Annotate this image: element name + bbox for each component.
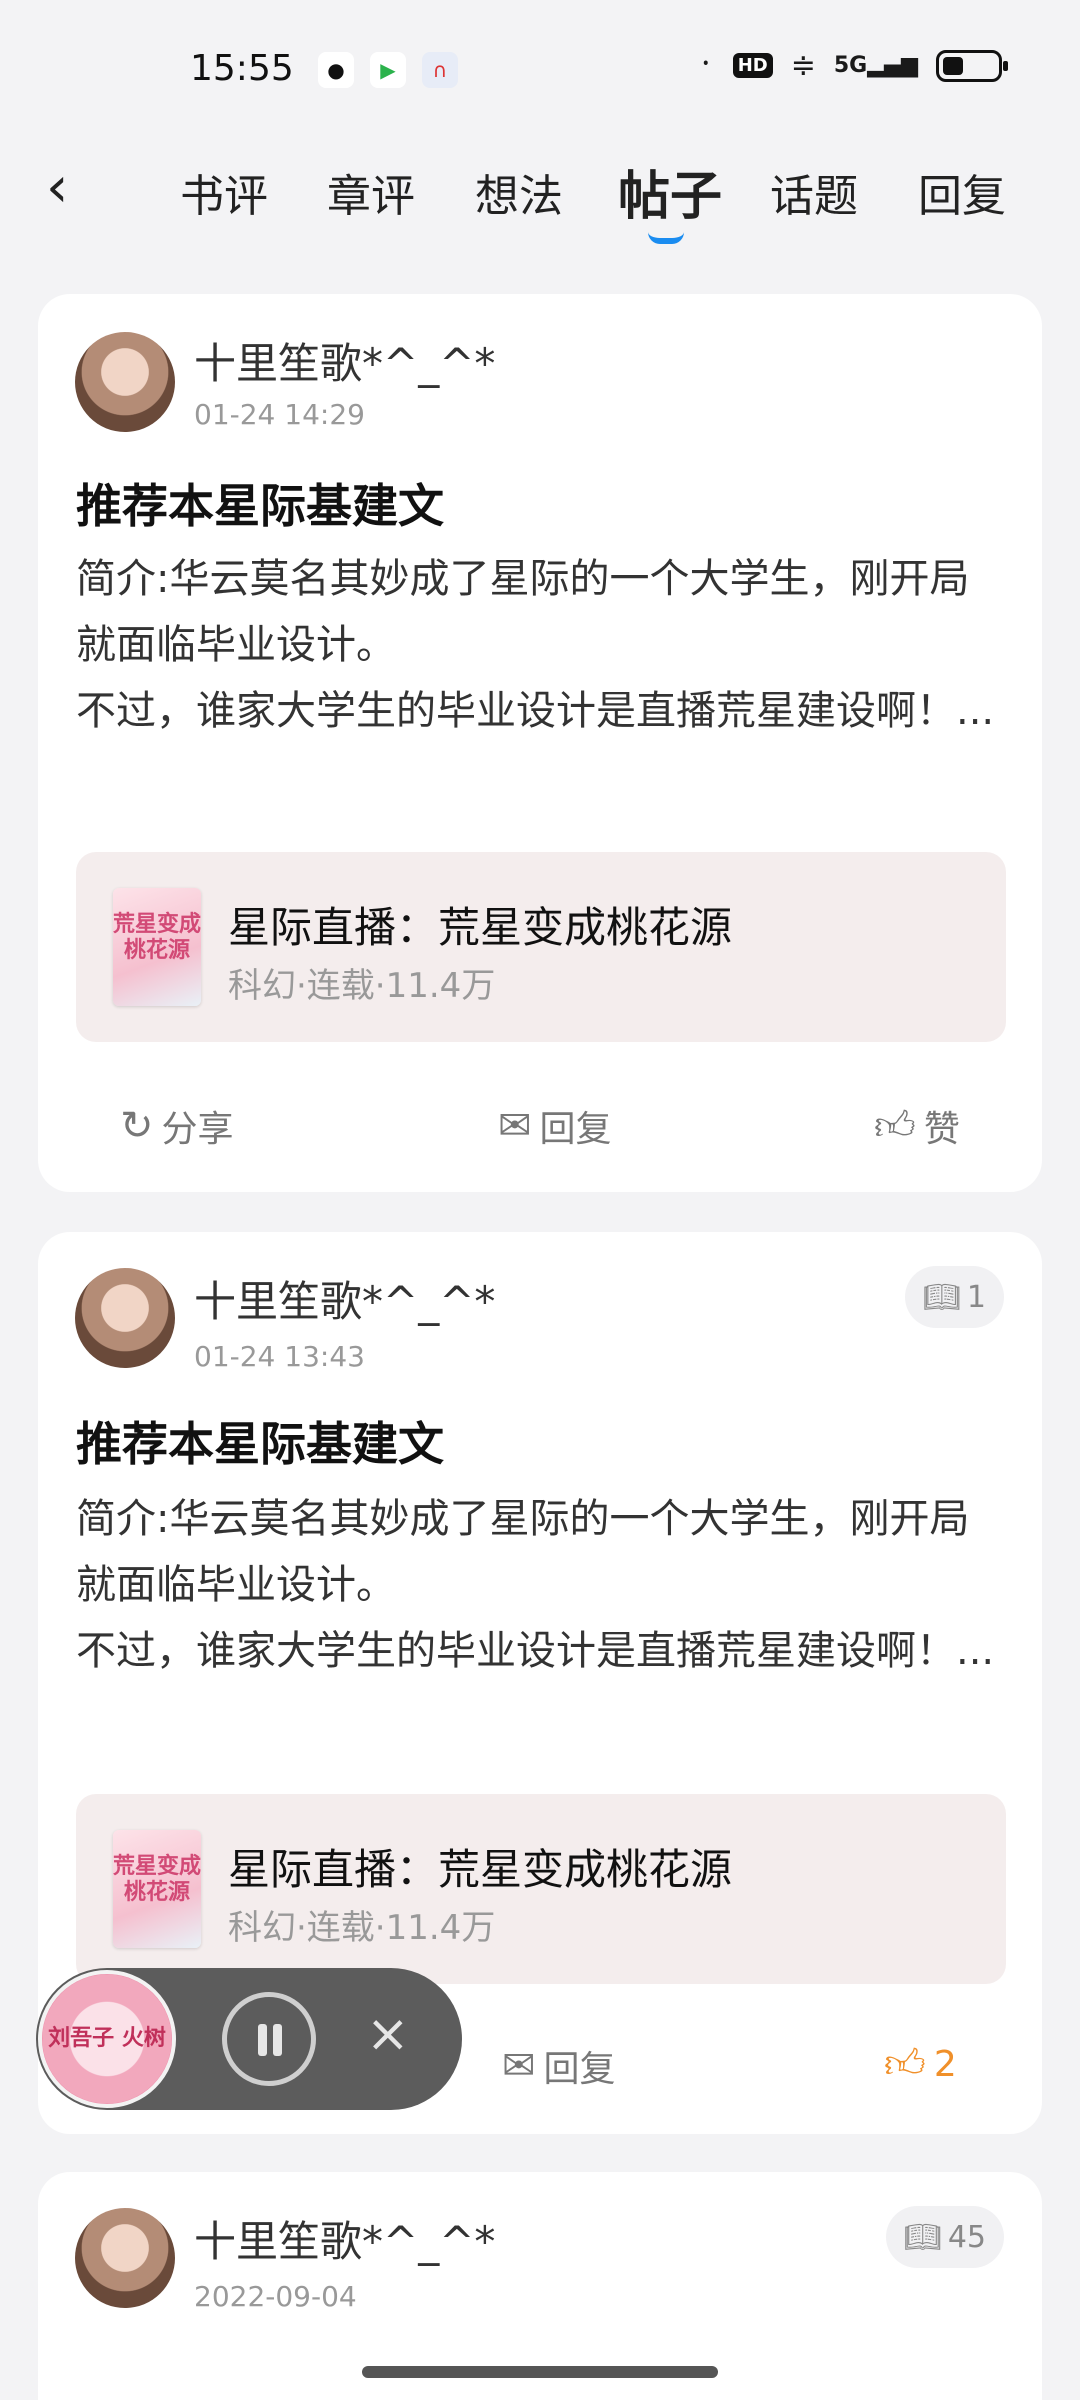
book-cover: 荒星变成桃花源 bbox=[113, 1830, 201, 1948]
tab-posts[interactable]: 帖子 bbox=[618, 154, 722, 229]
post-body[interactable]: 简介:华云莫名其妙成了星际的一个大学生，刚开局就面临毕业设计。 不过，谁家大学生… bbox=[76, 1486, 1006, 1684]
hd-icon: HD bbox=[732, 53, 773, 78]
open-book-icon: 📖︎ bbox=[922, 1279, 961, 1315]
qq-icon: ● bbox=[318, 52, 354, 88]
tab-book-review[interactable]: 书评 bbox=[180, 160, 268, 224]
book-count-badge[interactable]: 📖︎ 45 bbox=[885, 2206, 1004, 2268]
post-body-line: 不过，谁家大学生的毕业设计是直播荒星建设啊！... bbox=[76, 1628, 995, 1674]
bluetooth-icon: ᛫ bbox=[696, 48, 715, 83]
top-nav: ‹ 书评 章评 想法 帖子 话题 回复 bbox=[0, 140, 1080, 250]
close-player-button[interactable]: × bbox=[366, 2004, 410, 2064]
floating-audio-player[interactable]: 刘吾子 火树 × bbox=[36, 1968, 462, 2110]
status-time: 15:55 bbox=[190, 48, 294, 89]
thumbs-up-icon: 👍︎ bbox=[874, 1103, 916, 1149]
book-title: 星际直播：荒星变成桃花源 bbox=[228, 1845, 733, 1894]
like-button[interactable]: 👍︎ 赞 bbox=[874, 1100, 960, 1152]
like-label: 赞 bbox=[923, 1109, 960, 1150]
status-bar: 15:55 ● ▶ ∩ ᛫ HD ≑ 5G▂▄▆ bbox=[0, 0, 1080, 130]
post-title[interactable]: 推荐本星际基建文 bbox=[76, 470, 444, 536]
author-name[interactable]: 十里笙歌*^_^* bbox=[194, 330, 495, 391]
post-body-line: 不过，谁家大学生的毕业设计是直播荒星建设啊！... bbox=[76, 688, 995, 734]
avatar[interactable] bbox=[75, 332, 175, 432]
book-card[interactable]: 荒星变成桃花源 星际直播：荒星变成桃花源 科幻·连载·11.4万 bbox=[76, 1794, 1006, 1984]
book-cover: 荒星变成桃花源 bbox=[113, 888, 201, 1006]
video-app-icon: ▶ bbox=[370, 52, 406, 88]
avatar[interactable] bbox=[75, 2208, 175, 2308]
tab-chapter-review[interactable]: 章评 bbox=[327, 160, 415, 224]
post-body-line: 简介:华云莫名其妙成了星际的一个大学生，刚开局就面临毕业设计。 bbox=[76, 556, 970, 668]
reply-button[interactable]: ✉ 回复 bbox=[502, 2040, 616, 2092]
share-label: 分享 bbox=[161, 1109, 234, 1150]
book-meta: 科幻·连载·11.4万 bbox=[228, 1908, 496, 1948]
comment-icon: ✉ bbox=[502, 2043, 536, 2089]
close-icon: × bbox=[366, 2004, 410, 2064]
post-time: 2022-09-04 bbox=[194, 2280, 357, 2313]
author-name[interactable]: 十里笙歌*^_^* bbox=[194, 1268, 495, 1329]
player-cover[interactable]: 刘吾子 火树 bbox=[38, 1970, 176, 2108]
post-time: 01-24 14:29 bbox=[194, 398, 365, 431]
active-tab-indicator bbox=[648, 232, 684, 244]
book-count: 1 bbox=[966, 1279, 986, 1315]
battery-icon bbox=[936, 49, 1008, 82]
reply-label: 回复 bbox=[539, 1109, 612, 1150]
post-body-line: 简介:华云莫名其妙成了星际的一个大学生，刚开局就面临毕业设计。 bbox=[76, 1496, 970, 1608]
pause-button[interactable] bbox=[222, 1992, 316, 2086]
post-actions: ↻ 分享 ✉ 回复 👍︎ 赞 bbox=[38, 1092, 1042, 1162]
author-name[interactable]: 十里笙歌*^_^* bbox=[194, 2208, 495, 2269]
share-button[interactable]: ↻ 分享 bbox=[120, 1100, 234, 1152]
tab-thoughts[interactable]: 想法 bbox=[475, 160, 563, 224]
reply-button[interactable]: ✉ 回复 bbox=[498, 1100, 612, 1152]
home-indicator[interactable] bbox=[362, 2366, 718, 2378]
chevron-left-icon: ‹ bbox=[46, 155, 69, 220]
wifi-icon: ≑ bbox=[790, 48, 816, 83]
book-title: 星际直播：荒星变成桃花源 bbox=[228, 903, 733, 952]
post-card[interactable]: 十里笙歌*^_^* 01-24 14:29 推荐本星际基建文 简介:华云莫名其妙… bbox=[38, 294, 1042, 1192]
browser-app-icon: ∩ bbox=[422, 52, 458, 88]
book-meta: 科幻·连载·11.4万 bbox=[228, 966, 496, 1006]
post-title[interactable]: 推荐本星际基建文 bbox=[76, 1408, 444, 1474]
book-card[interactable]: 荒星变成桃花源 星际直播：荒星变成桃花源 科幻·连载·11.4万 bbox=[76, 852, 1006, 1042]
status-indicators: ᛫ HD ≑ 5G▂▄▆ bbox=[696, 48, 1008, 83]
book-count-badge[interactable]: 📖︎ 1 bbox=[904, 1266, 1004, 1328]
post-body[interactable]: 简介:华云莫名其妙成了星际的一个大学生，刚开局就面临毕业设计。 不过，谁家大学生… bbox=[76, 546, 1006, 744]
post-time: 01-24 13:43 bbox=[194, 1340, 365, 1373]
book-count: 45 bbox=[947, 2219, 986, 2255]
avatar[interactable] bbox=[75, 1268, 175, 1368]
back-button[interactable]: ‹ bbox=[46, 158, 96, 218]
like-count: 2 bbox=[933, 2043, 957, 2085]
reply-label: 回复 bbox=[543, 2049, 616, 2090]
tab-topics[interactable]: 话题 bbox=[770, 160, 858, 224]
tab-replies[interactable]: 回复 bbox=[918, 160, 1006, 224]
signal-icon: 5G▂▄▆ bbox=[833, 53, 918, 78]
like-button[interactable]: 👍︎ 2 bbox=[884, 2040, 957, 2088]
thumbs-up-icon: 👍︎ bbox=[884, 2041, 926, 2087]
open-book-icon: 📖︎ bbox=[903, 2219, 942, 2255]
status-app-icons: ● ▶ ∩ bbox=[318, 52, 458, 88]
comment-icon: ✉ bbox=[498, 1103, 532, 1149]
share-icon: ↻ bbox=[120, 1103, 154, 1149]
